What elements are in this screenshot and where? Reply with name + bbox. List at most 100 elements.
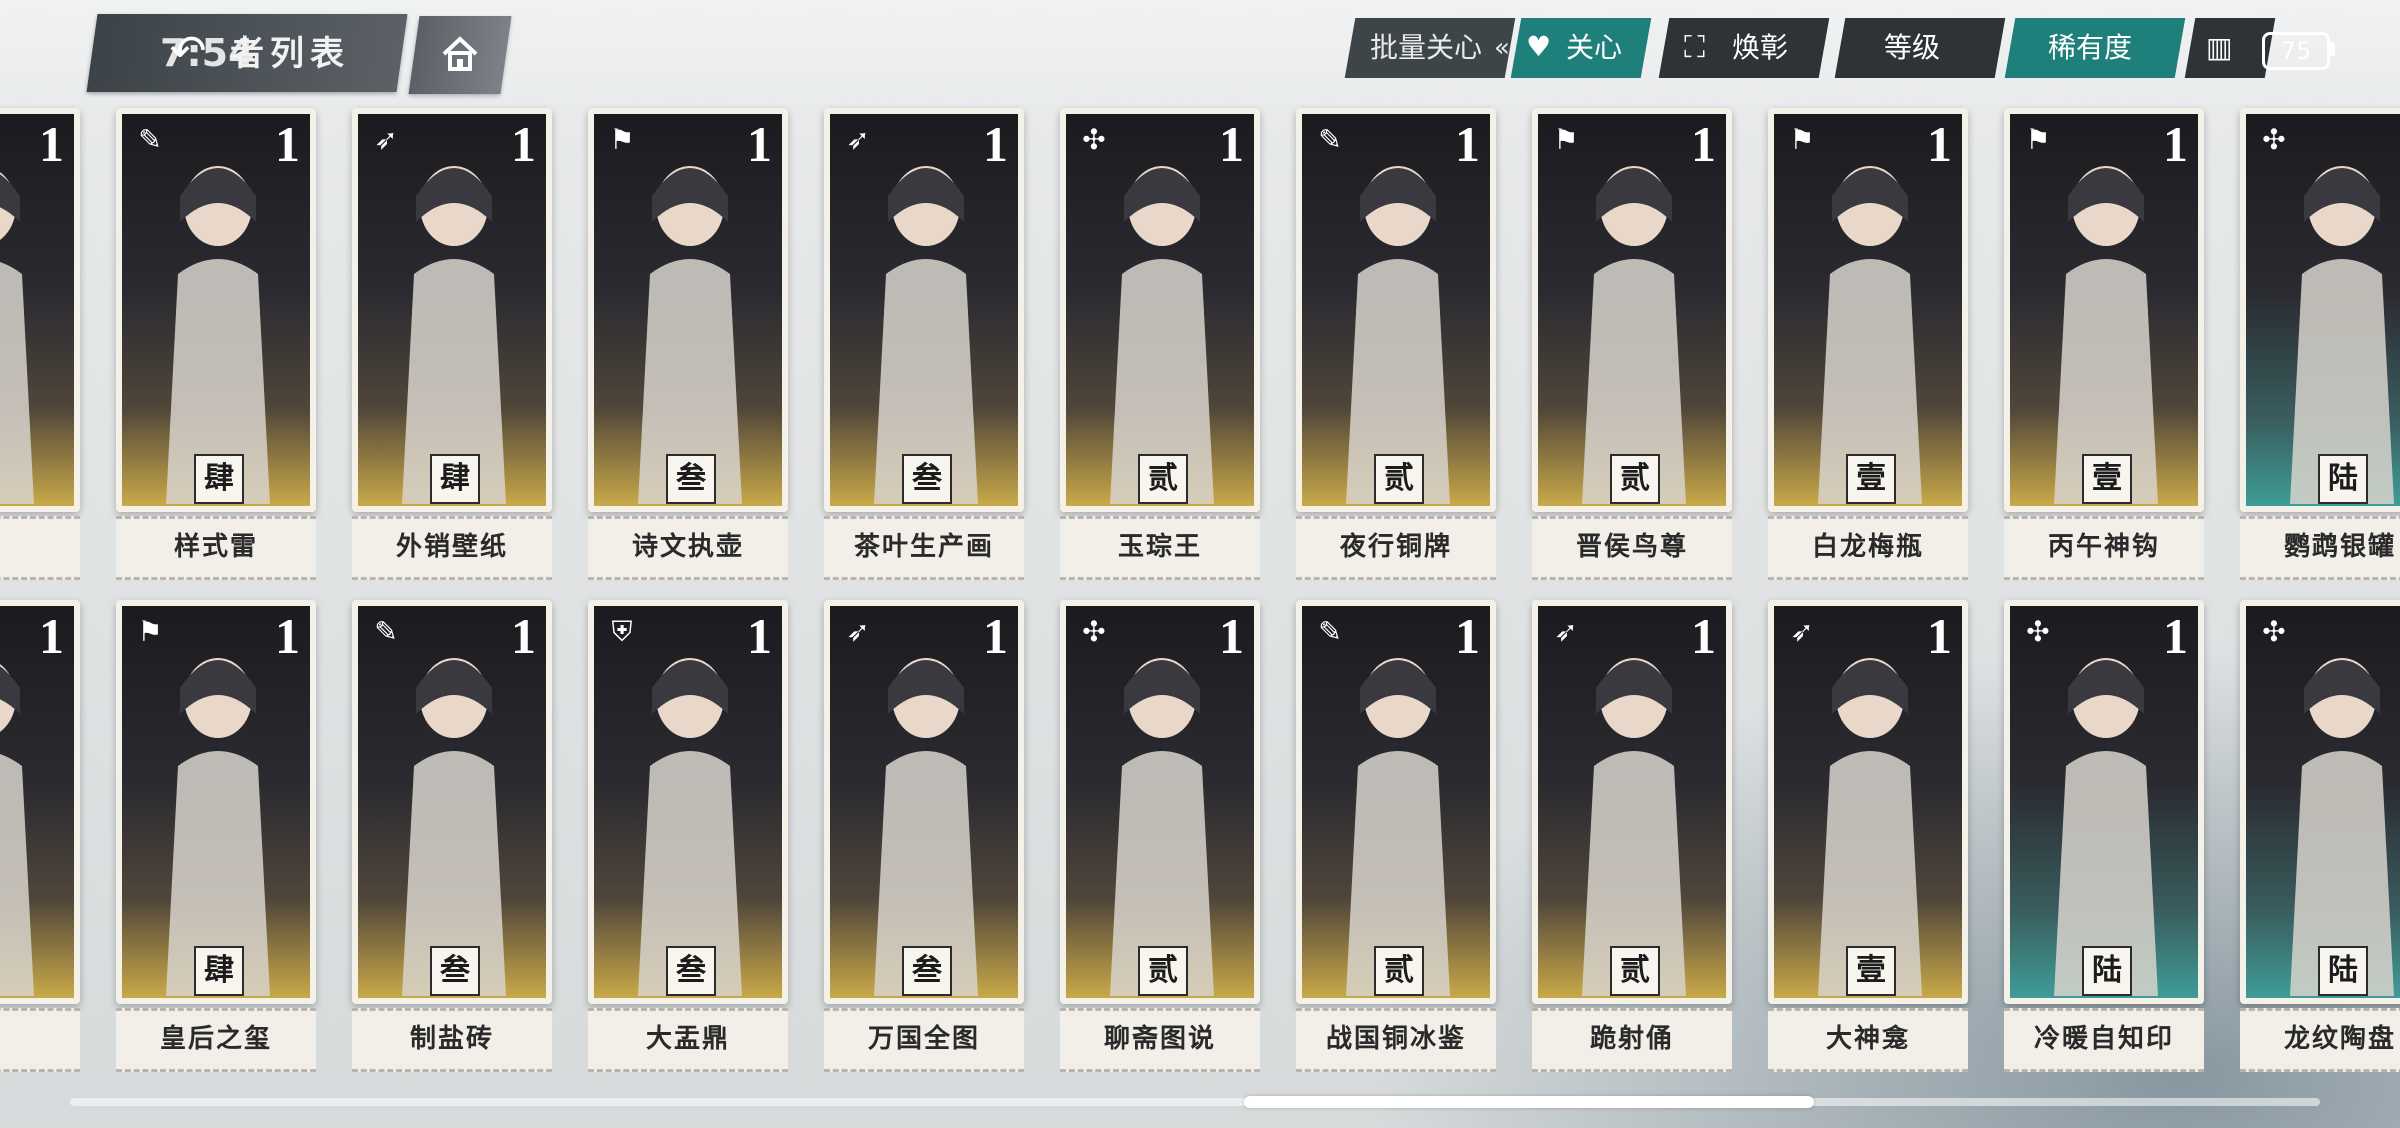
card-name: 制盐砖 (352, 1008, 552, 1072)
collection-card[interactable]: ⛨ 1 叁大盂鼎 (588, 600, 788, 1072)
collection-card[interactable]: ✎ 1 肆样式雷 (116, 108, 316, 580)
bow-icon: ➶ (846, 123, 870, 156)
battery-tip (2330, 42, 2335, 56)
rank-badge: 贰 (1138, 946, 1188, 996)
collection-card[interactable]: ✎ 1 叁制盐砖 (352, 600, 552, 1072)
character-silhouette (2290, 658, 2394, 996)
card-portrait: ✎ 1 贰 (1302, 606, 1490, 998)
glow-label: 焕彰 (1732, 31, 1789, 64)
character-silhouette (402, 166, 506, 504)
batch-care-label: 批量关心 (1370, 31, 1483, 64)
rank-badge: 陆 (2082, 946, 2132, 996)
bow-icon: ➶ (1790, 615, 1814, 648)
collection-card[interactable]: ✣ 1 贰玉琮王 (1060, 108, 1260, 580)
collection-card[interactable]: ✎ 1 贰夜行铜牌 (1296, 108, 1496, 580)
collection-card[interactable]: ⚑1 砖 (0, 108, 80, 580)
character-silhouette (2054, 166, 2158, 504)
home-icon[interactable] (438, 32, 482, 76)
top-bar: ↶ 7:54 者列表 批量关心 « ♥ 关心 ⛶ 焕彰 等级 稀有度 ▥ 75 (0, 0, 2400, 100)
card-name: 砖 (0, 516, 80, 580)
collection-card[interactable]: ✣ 1 贰聊斋图说 (1060, 600, 1260, 1072)
page-title: 者列表 (230, 34, 350, 74)
rank-badge: 贰 (1610, 454, 1660, 504)
rank-badge: 叁 (430, 946, 480, 996)
card-count: 1 (275, 608, 300, 664)
card-portrait: ✣ 陆 (2246, 606, 2400, 998)
collection-card[interactable]: ✣ 陆龙纹陶盘 (2240, 600, 2400, 1072)
character-silhouette (874, 166, 978, 504)
knot-icon: ✣ (2262, 615, 2286, 648)
character-silhouette (1346, 166, 1450, 504)
rank-badge: 叁 (666, 454, 716, 504)
rank-badge: 贰 (1374, 454, 1424, 504)
card-name: 玉琮王 (1060, 516, 1260, 580)
card-name: 大神龛 (1768, 1008, 1968, 1072)
bow-icon: ➶ (374, 123, 398, 156)
collection-card[interactable]: ⚑ 1 叁诗文执壶 (588, 108, 788, 580)
card-portrait: ✣ 陆 (2246, 114, 2400, 506)
card-portrait: ✣ 1 贰 (1066, 606, 1254, 998)
card-name: 跪射俑 (1532, 1008, 1732, 1072)
brush-icon: ✎ (1318, 615, 1342, 648)
card-count: 1 (983, 608, 1008, 664)
chevron-left-icon: « (1494, 33, 1510, 63)
rank-badge: 肆 (194, 946, 244, 996)
bow-icon: ➶ (846, 615, 870, 648)
card-name: 万国全图 (824, 1008, 1024, 1072)
card-count: 1 (1691, 608, 1716, 664)
card-portrait: ➶ 1 叁 (830, 606, 1018, 998)
shield-icon: ⛨ (611, 615, 633, 648)
card-portrait: ➶ 1 肆 (358, 114, 546, 506)
collection-card[interactable]: ➶ 1 叁茶叶生产画 (824, 108, 1024, 580)
card-name: 茶叶生产画 (824, 516, 1024, 580)
collection-card[interactable]: ➶ 1 贰跪射俑 (1532, 600, 1732, 1072)
rank-badge: 壹 (1846, 946, 1896, 996)
character-silhouette (0, 172, 34, 504)
filter-icon: ▥ (2206, 31, 2233, 64)
collection-card[interactable]: ⚑ 1 壹白龙梅瓶 (1768, 108, 1968, 580)
care-label: 关心 (1566, 31, 1623, 64)
card-count: 1 (1455, 608, 1480, 664)
scroll-thumb[interactable] (1244, 1096, 1814, 1108)
card-name: 剑 (0, 1008, 80, 1072)
card-portrait: ✎ 1 叁 (358, 606, 546, 998)
brush-icon: ✎ (374, 615, 398, 648)
card-count: 1 (511, 608, 536, 664)
collection-card[interactable]: ✣ 1 陆冷暖自知印 (2004, 600, 2204, 1072)
horizontal-scrollbar[interactable] (70, 1098, 2320, 1106)
character-silhouette (1346, 658, 1450, 996)
rank-badge: 肆 (194, 454, 244, 504)
character-silhouette (1818, 658, 1922, 996)
collection-card[interactable]: ✣ 陆鹦鹉银罐 (2240, 108, 2400, 580)
collection-card[interactable]: ➶ 1 肆外销壁纸 (352, 108, 552, 580)
card-name: 战国铜冰鉴 (1296, 1008, 1496, 1072)
card-count: 1 (39, 116, 64, 172)
flag-icon: ⚑ (1553, 123, 1579, 156)
rank-badge: 叁 (902, 946, 952, 996)
collection-card[interactable]: ⚑ 1 壹丙午神钩 (2004, 108, 2204, 580)
card-portrait: ⚑ 1 壹 (2010, 114, 2198, 506)
character-silhouette (1110, 166, 1214, 504)
collection-card[interactable]: ⚑ 1 肆皇后之玺 (116, 600, 316, 1072)
card-count: 1 (1219, 608, 1244, 664)
rank-badge: 壹 (2082, 454, 2132, 504)
sort-level-label: 等级 (1884, 31, 1941, 64)
card-name: 冷暖自知印 (2004, 1008, 2204, 1072)
card-count: 1 (1219, 116, 1244, 172)
card-portrait: ✎ 1 贰 (1302, 114, 1490, 506)
character-silhouette (638, 658, 742, 996)
collection-card[interactable]: ⚑1 剑 (0, 600, 80, 1072)
card-portrait: ➶ 1 贰 (1538, 606, 1726, 998)
card-portrait: ⚑ 1 贰 (1538, 114, 1726, 506)
card-count: 1 (1691, 116, 1716, 172)
flag-icon: ⚑ (609, 123, 635, 156)
collection-card[interactable]: ➶ 1 叁万国全图 (824, 600, 1024, 1072)
rank-badge: 贰 (1610, 946, 1660, 996)
card-count: 1 (1927, 608, 1952, 664)
card-name: 诗文执壶 (588, 516, 788, 580)
card-portrait: ⚑1 (0, 114, 74, 506)
card-name: 白龙梅瓶 (1768, 516, 1968, 580)
collection-card[interactable]: ⚑ 1 贰晋侯鸟尊 (1532, 108, 1732, 580)
collection-card[interactable]: ✎ 1 贰战国铜冰鉴 (1296, 600, 1496, 1072)
collection-card[interactable]: ➶ 1 壹大神龛 (1768, 600, 1968, 1072)
